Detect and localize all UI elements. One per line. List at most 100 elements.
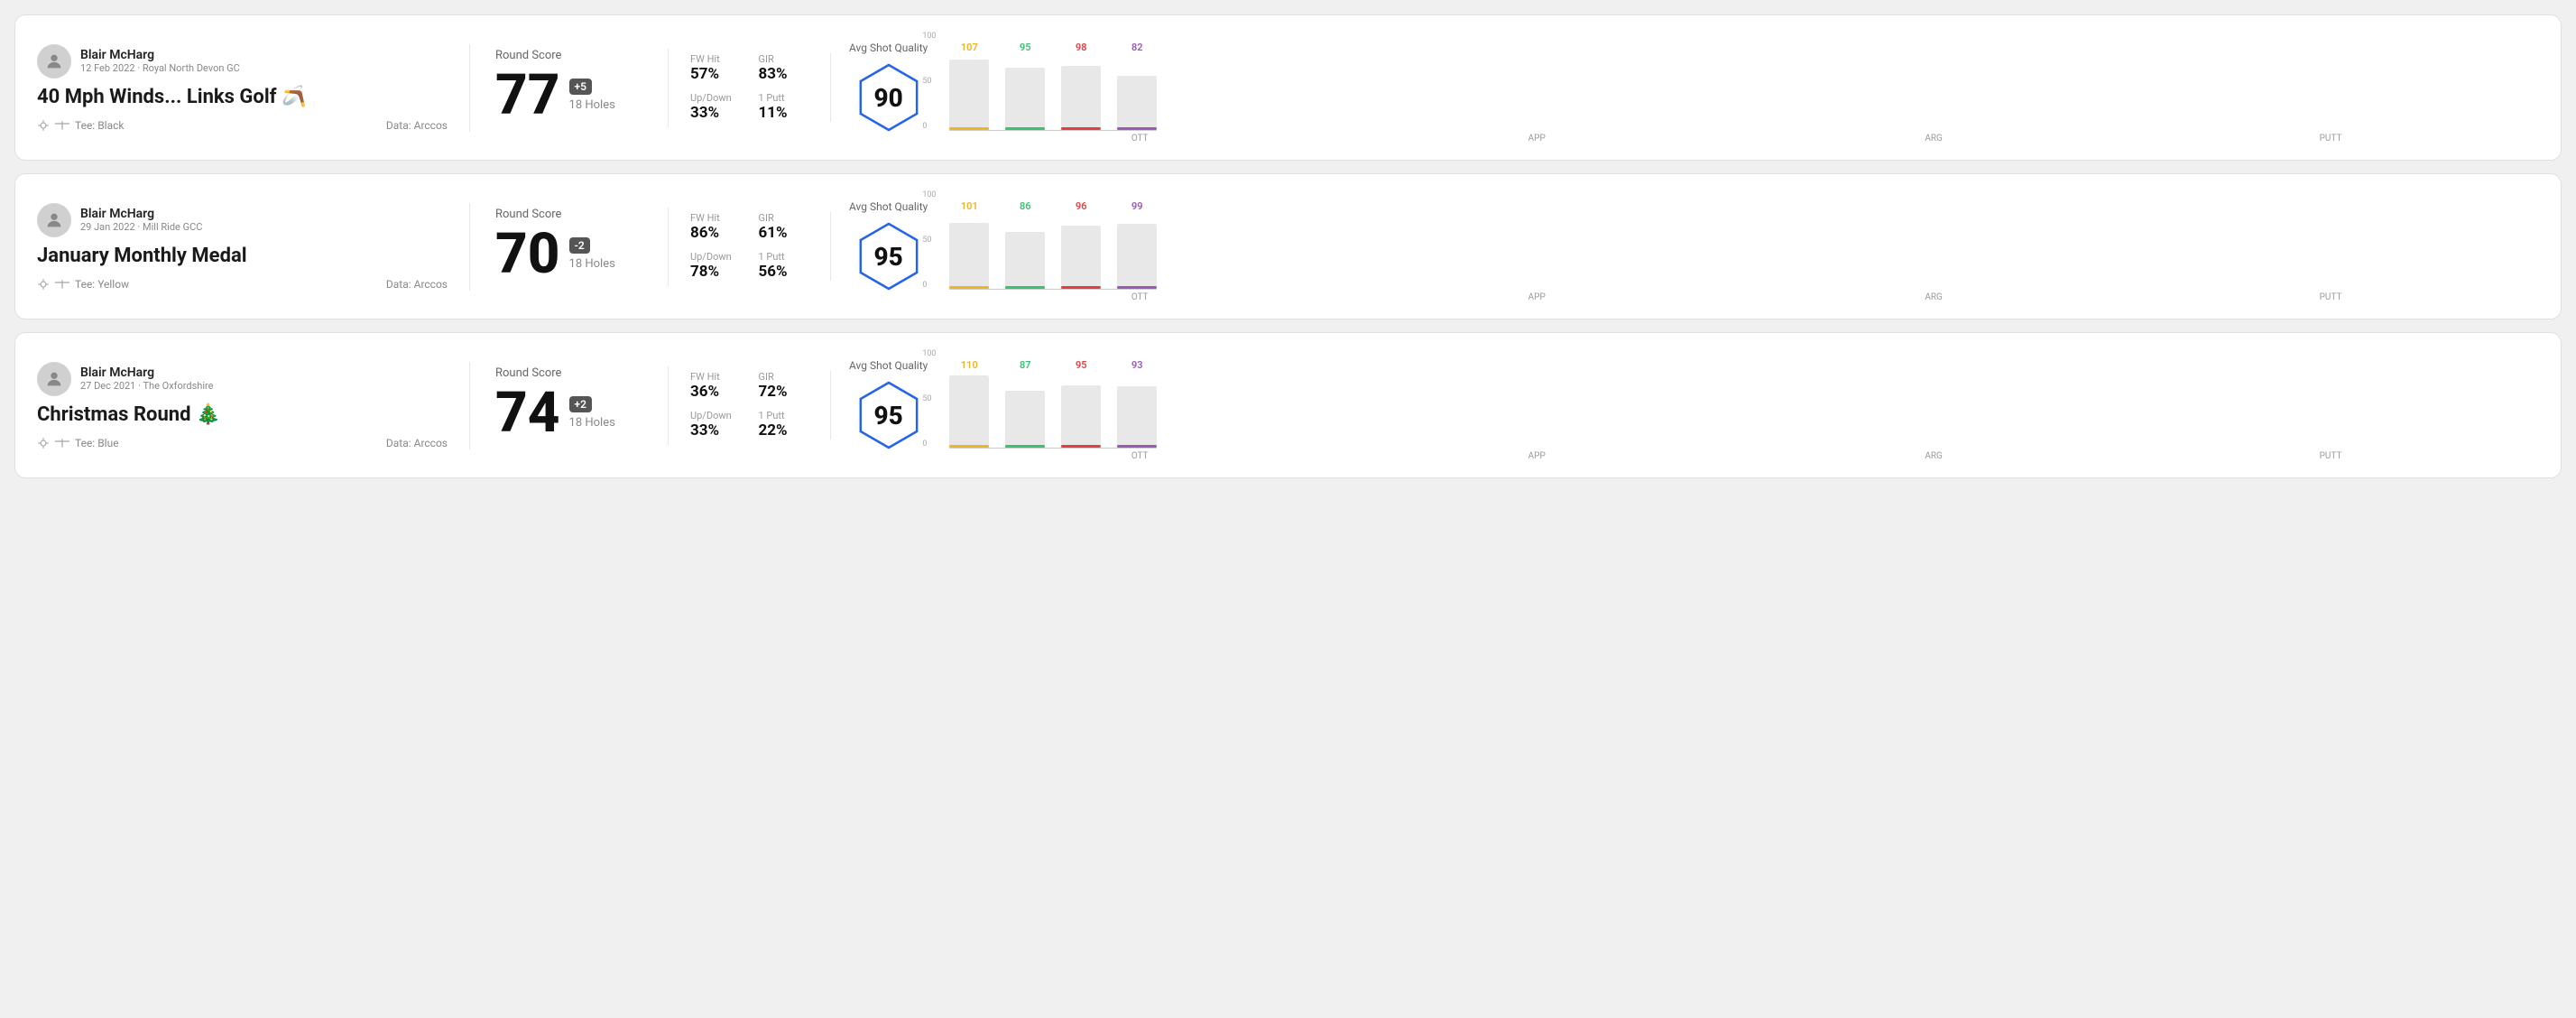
round-title: 40 Mph Winds... Links Golf 🪃: [37, 86, 448, 108]
tee-icon: [55, 280, 69, 289]
tee-label: Tee: Yellow: [75, 278, 129, 291]
user-info: Blair McHarg 12 Feb 2022 · Royal North D…: [80, 48, 240, 74]
hexagon-container: 95: [853, 220, 925, 292]
one-putt-stat: 1 Putt 11%: [759, 92, 809, 122]
bar-group-ott: 107: [949, 42, 989, 130]
bar-group-putt: 82: [1117, 42, 1157, 130]
avatar: [37, 362, 71, 396]
user-name: Blair McHarg: [80, 48, 240, 62]
round-score-label: Round Score: [495, 366, 642, 380]
score-row: 77 +5 18 Holes: [495, 68, 642, 124]
up-down-value: 78%: [690, 263, 741, 281]
data-source: Data: Arccos: [386, 119, 448, 132]
tee-label: Tee: Black: [75, 119, 124, 132]
user-icon: [44, 369, 64, 389]
score-section: Round Score 74 +2 18 Holes: [470, 366, 669, 445]
up-down-label: Up/Down: [690, 92, 741, 104]
up-down-value: 33%: [690, 421, 741, 440]
bar-group-ott: 101: [949, 200, 989, 289]
score-section: Round Score 77 +5 18 Holes: [470, 49, 669, 127]
bar-group-arg: 95: [1061, 359, 1101, 448]
fw-hit-stat: FW Hit 57%: [690, 53, 741, 83]
data-source: Data: Arccos: [386, 278, 448, 291]
bar-chart: 100 50 0 101 86: [949, 190, 2521, 302]
bar-group-app: 86: [1005, 200, 1045, 289]
user-row: Blair McHarg 27 Dec 2021 · The Oxfordshi…: [37, 362, 448, 396]
gir-value: 72%: [759, 383, 809, 401]
tee-icon: [55, 121, 69, 130]
fw-hit-stat: FW Hit 86%: [690, 212, 741, 242]
tee-info: Tee: Yellow: [37, 278, 129, 291]
gir-value: 83%: [759, 65, 809, 83]
score-number: 74: [495, 385, 560, 441]
fw-hit-stat: FW Hit 36%: [690, 371, 741, 401]
score-diff-badge: +2: [569, 396, 592, 412]
hex-score: 95: [874, 242, 903, 272]
one-putt-stat: 1 Putt 22%: [759, 410, 809, 440]
one-putt-label: 1 Putt: [759, 410, 809, 421]
fw-hit-label: FW Hit: [690, 371, 741, 383]
round-title: January Monthly Medal: [37, 245, 448, 267]
avg-shot-quality-label: Avg Shot Quality: [849, 359, 928, 372]
round-score-label: Round Score: [495, 49, 642, 62]
avatar: [37, 44, 71, 79]
gir-label: GIR: [759, 212, 809, 224]
gir-stat: GIR 61%: [759, 212, 809, 242]
stats-grid: FW Hit 36% GIR 72% Up/Down 33% 1 Putt 22…: [690, 371, 808, 440]
round-card: Blair McHarg 29 Jan 2022 · Mill Ride GCC…: [14, 173, 2562, 319]
user-name: Blair McHarg: [80, 207, 202, 221]
card-footer: Tee: Yellow Data: Arccos: [37, 278, 448, 291]
fw-hit-value: 36%: [690, 383, 741, 401]
fw-hit-label: FW Hit: [690, 53, 741, 65]
score-number: 77: [495, 68, 560, 124]
card-left: Blair McHarg 12 Feb 2022 · Royal North D…: [37, 44, 470, 132]
tee-label: Tee: Blue: [75, 437, 119, 449]
up-down-stat: Up/Down 78%: [690, 251, 741, 281]
avatar: [37, 203, 71, 237]
fw-hit-label: FW Hit: [690, 212, 741, 224]
up-down-label: Up/Down: [690, 251, 741, 263]
gir-stat: GIR 72%: [759, 371, 809, 401]
round-card: Blair McHarg 27 Dec 2021 · The Oxfordshi…: [14, 332, 2562, 478]
bar-group-app: 87: [1005, 359, 1045, 448]
round-card: Blair McHarg 12 Feb 2022 · Royal North D…: [14, 14, 2562, 161]
score-diff-badge: -2: [569, 237, 590, 254]
hex-score: 95: [874, 401, 903, 430]
chart-section: Avg Shot Quality 90 100 50 0: [831, 32, 2539, 143]
avg-shot-quality-label: Avg Shot Quality: [849, 200, 928, 213]
stats-grid: FW Hit 57% GIR 83% Up/Down 33% 1 Putt 11…: [690, 53, 808, 122]
card-footer: Tee: Blue Data: Arccos: [37, 437, 448, 449]
stats-grid: FW Hit 86% GIR 61% Up/Down 78% 1 Putt 56…: [690, 212, 808, 281]
avg-shot-quality: Avg Shot Quality 95: [849, 359, 928, 451]
weather-icon: [37, 119, 50, 132]
fw-hit-value: 57%: [690, 65, 741, 83]
holes-label: 18 Holes: [569, 98, 615, 112]
holes-label: 18 Holes: [569, 416, 615, 430]
date-course: 12 Feb 2022 · Royal North Devon GC: [80, 62, 240, 74]
hexagon-container: 90: [853, 61, 925, 134]
user-icon: [44, 210, 64, 230]
tee-info: Tee: Black: [37, 119, 124, 132]
one-putt-value: 56%: [759, 263, 809, 281]
user-row: Blair McHarg 12 Feb 2022 · Royal North D…: [37, 44, 448, 79]
score-row: 74 +2 18 Holes: [495, 385, 642, 441]
one-putt-label: 1 Putt: [759, 92, 809, 104]
up-down-stat: Up/Down 33%: [690, 410, 741, 440]
card-left: Blair McHarg 27 Dec 2021 · The Oxfordshi…: [37, 362, 470, 449]
chart-section: Avg Shot Quality 95 100 50 0: [831, 190, 2539, 302]
hex-score: 90: [874, 83, 903, 113]
weather-icon: [37, 437, 50, 449]
data-source: Data: Arccos: [386, 437, 448, 449]
score-section: Round Score 70 -2 18 Holes: [470, 208, 669, 286]
bar-group-putt: 99: [1117, 200, 1157, 289]
tee-info: Tee: Blue: [37, 437, 119, 449]
avg-shot-quality-label: Avg Shot Quality: [849, 42, 928, 54]
gir-value: 61%: [759, 224, 809, 242]
user-name: Blair McHarg: [80, 366, 213, 380]
gir-label: GIR: [759, 53, 809, 65]
stats-section: FW Hit 86% GIR 61% Up/Down 78% 1 Putt 56…: [669, 212, 831, 281]
user-icon: [44, 51, 64, 71]
gir-label: GIR: [759, 371, 809, 383]
stats-section: FW Hit 36% GIR 72% Up/Down 33% 1 Putt 22…: [669, 371, 831, 440]
chart-section: Avg Shot Quality 95 100 50 0: [831, 349, 2539, 461]
